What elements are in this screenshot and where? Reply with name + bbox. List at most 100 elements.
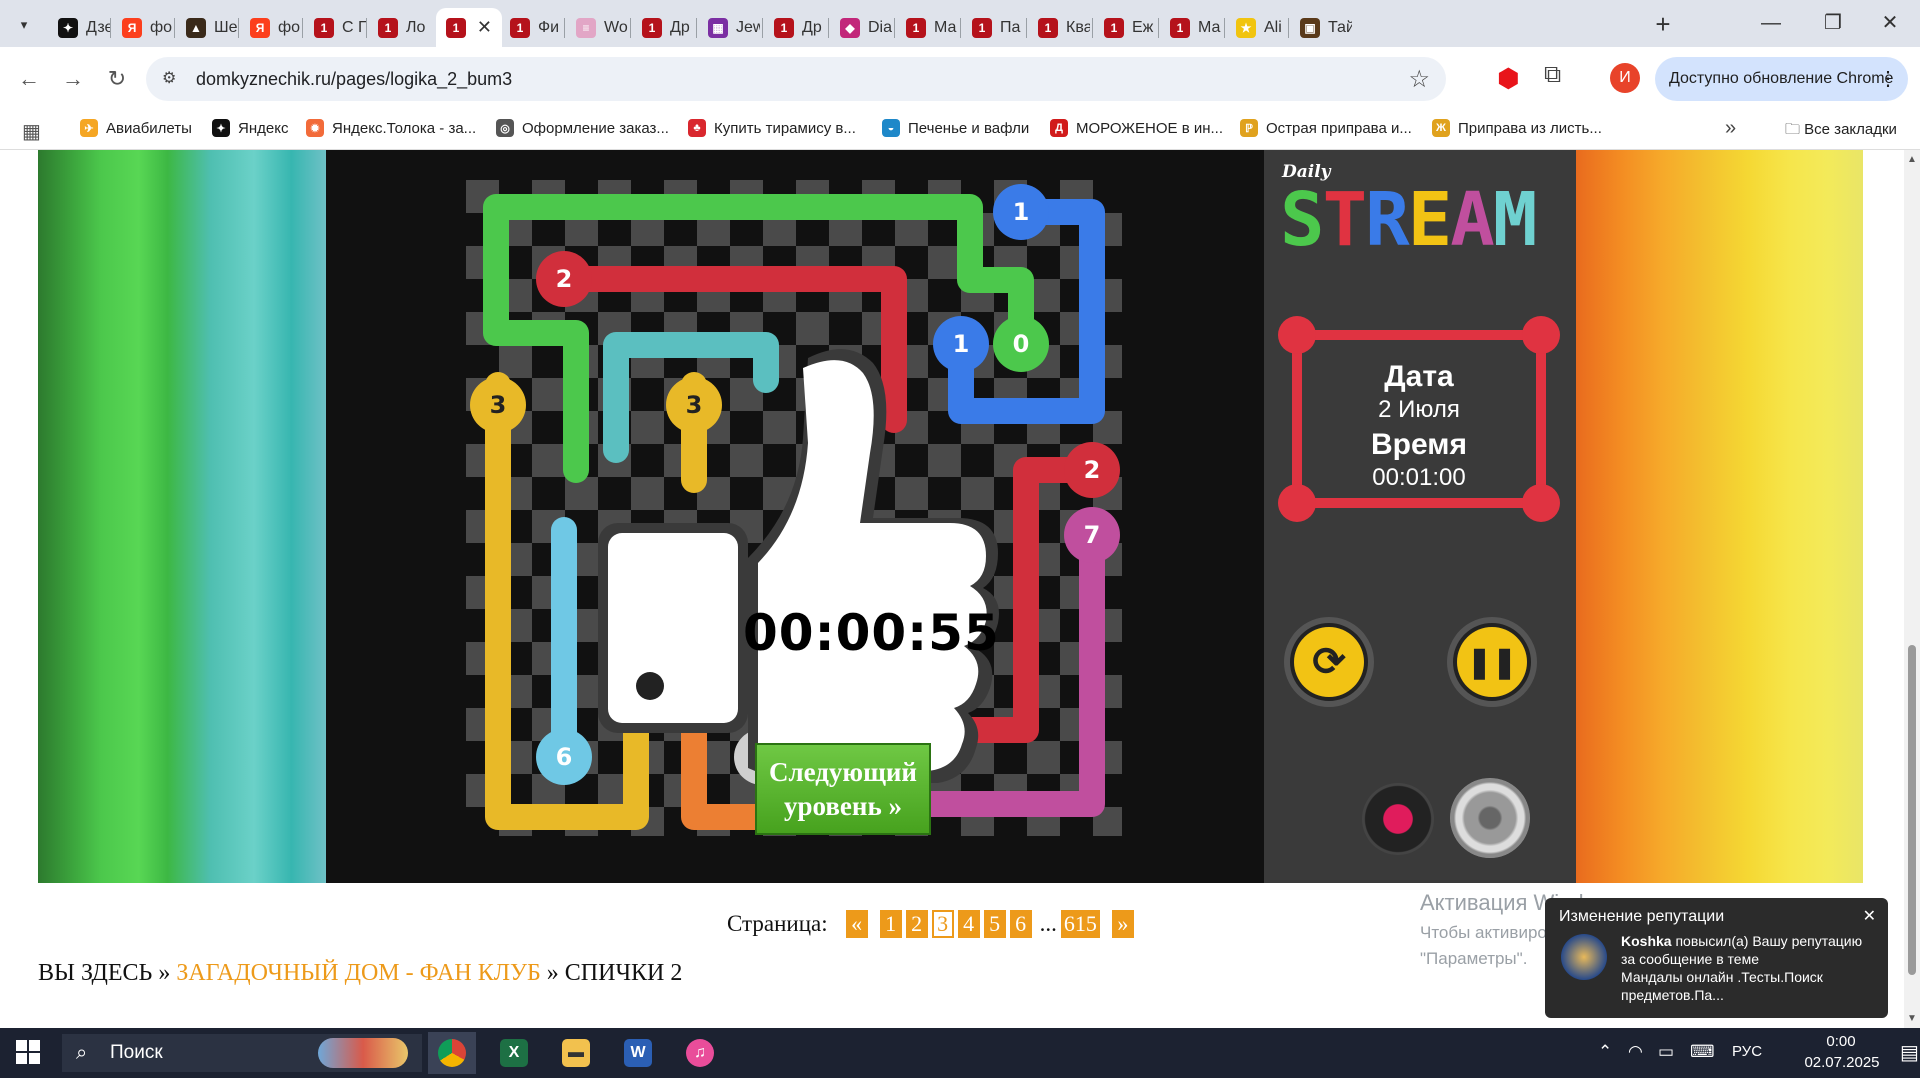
scroll-down-icon[interactable]: ▼ — [1907, 1013, 1917, 1024]
taskbar-search[interactable]: ⌕ Поиск — [62, 1034, 422, 1072]
breadcrumb: ВЫ ЗДЕСЬ » ЗАГАДОЧНЫЙ ДОМ - ФАН КЛУБ » С… — [38, 960, 682, 987]
browser-tab[interactable]: ▣ Тай — [1290, 8, 1352, 47]
extension-icon[interactable]: ⬢ — [1497, 63, 1525, 93]
browser-tab[interactable]: 1 Еж — [1094, 8, 1156, 47]
browser-tab[interactable]: 1 Па — [962, 8, 1024, 47]
bookmark-item[interactable]: Ж Приправа из листь... — [1432, 119, 1602, 137]
bookmark-item[interactable]: ◒ Печенье и вафли — [882, 119, 1029, 137]
forward-button[interactable]: → — [58, 64, 88, 94]
clock-date[interactable]: 02.07.2025 — [1792, 1054, 1892, 1071]
profile-avatar[interactable]: И — [1610, 63, 1640, 93]
reputation-notification[interactable]: Изменение репутации ✕ Koshka повысил(а) … — [1545, 898, 1888, 1018]
notification-body: Koshka повысил(а) Вашу репутацию за сооб… — [1621, 932, 1876, 1004]
browser-tab[interactable]: 1 ✕ — [436, 8, 502, 47]
menu-dots-icon[interactable]: ⋮ — [1878, 57, 1898, 101]
tab-favicon-icon: 1 — [510, 17, 530, 38]
tab-favicon-icon: ▲ — [186, 17, 206, 38]
bookmark-item[interactable]: ◎ Оформление заказ... — [496, 119, 669, 137]
bookmark-item[interactable]: Д МОРОЖЕНОЕ в ин... — [1050, 119, 1223, 137]
browser-tab[interactable]: ◆ Dia — [830, 8, 892, 47]
address-bar[interactable]: ⚙ domkyznechik.ru/pages/logika_2_bum3 ☆ — [146, 57, 1446, 101]
chrome-taskbar-icon[interactable] — [428, 1032, 476, 1074]
language-indicator[interactable]: РУС — [1732, 1043, 1762, 1060]
browser-tab[interactable]: 1 Др — [632, 8, 694, 47]
bookmarks-bar: ▦ ✈ Авиабилеты ✦ Яндекс ✹ Яндекс.Толока - за.… — [0, 111, 1920, 150]
chevron-up-icon[interactable]: ⌃ — [1598, 1042, 1612, 1062]
bookmark-item[interactable]: ✈ Авиабилеты — [80, 119, 192, 137]
minimize-button[interactable]: — — [1743, 0, 1799, 47]
word-taskbar-icon[interactable]: W — [614, 1032, 662, 1074]
bookmark-star-icon[interactable]: ☆ — [1408, 65, 1430, 94]
last-page-link[interactable]: 615 — [1060, 910, 1100, 938]
browser-tab[interactable]: 1 С Г — [304, 8, 366, 47]
page-link[interactable]: 4 — [957, 910, 980, 938]
logo-letter: E — [1407, 177, 1453, 263]
browser-tab[interactable]: ▦ Jew — [698, 8, 760, 47]
wifi-icon[interactable]: ◠ — [1628, 1042, 1643, 1062]
apps-grid-icon[interactable]: ▦ — [22, 119, 41, 144]
battery-icon[interactable]: ▭ — [1658, 1042, 1674, 1062]
browser-tab[interactable]: ≡ Wo — [566, 8, 628, 47]
page-link[interactable]: 6 — [1009, 910, 1032, 938]
next-level-button[interactable]: Следующий уровень » — [755, 743, 931, 835]
bookmark-item[interactable]: ✹ Яндекс.Толока - за... — [306, 119, 476, 137]
browser-tab[interactable]: 1 Др — [764, 8, 826, 47]
browser-tab[interactable]: ★ Ali — [1226, 8, 1288, 47]
more-bookmarks-icon[interactable]: » — [1725, 117, 1736, 140]
page-link[interactable]: 5 — [983, 910, 1006, 938]
back-button[interactable]: ← — [14, 64, 44, 94]
browser-tab[interactable]: ✦ Дзе — [48, 8, 110, 47]
chrome-update-button[interactable]: Доступно обновление Chrome ⋮ — [1655, 57, 1908, 101]
reload-button[interactable]: ↻ — [102, 64, 132, 94]
page-scrollbar[interactable]: ▲ ▼ — [1904, 150, 1920, 1028]
bookmark-item[interactable]: ℙ Острая приправа и... — [1240, 119, 1412, 137]
browser-tab[interactable]: ▲ Ше — [176, 8, 238, 47]
excel-taskbar-icon[interactable]: X — [490, 1032, 538, 1074]
restart-button[interactable]: ⟳ — [1284, 617, 1374, 707]
tab-favicon-icon: 1 — [314, 17, 334, 38]
prev-page-link[interactable]: « — [845, 910, 868, 938]
browser-tab[interactable]: 1 Ква — [1028, 8, 1090, 47]
corner-dot — [1278, 316, 1316, 354]
pause-button[interactable]: ❚❚ — [1447, 617, 1537, 707]
page-link[interactable]: 2 — [905, 910, 928, 938]
breadcrumb-link[interactable]: ЗАГАДОЧНЫЙ ДОМ - ФАН КЛУБ — [176, 960, 540, 986]
node-label: 3 — [490, 391, 507, 419]
notification-center-icon[interactable]: ▤ — [1900, 1040, 1919, 1065]
bookmark-item[interactable]: ♣ Купить тирамису в... — [688, 119, 856, 137]
tab-title: Dia — [868, 18, 892, 36]
current-page[interactable]: 3 — [931, 910, 954, 938]
browser-tab[interactable]: Яфо — [240, 8, 302, 47]
browser-tab[interactable]: 1 Фи — [500, 8, 562, 47]
browser-tab[interactable]: 1 Ма — [1160, 8, 1222, 47]
close-icon[interactable]: ✕ — [1863, 906, 1876, 926]
all-bookmarks-button[interactable]: 🗀 Все закладки — [1785, 119, 1897, 144]
keyboard-icon[interactable]: ⌨ — [1690, 1042, 1715, 1062]
browser-tab[interactable]: 1 Ло — [368, 8, 430, 47]
browser-tab[interactable]: Яфо — [112, 8, 174, 47]
scroll-thumb[interactable] — [1908, 645, 1916, 975]
close-window-button[interactable]: ✕ — [1862, 0, 1918, 47]
windows-start-icon[interactable] — [16, 1040, 40, 1064]
pagination: Страница: « 123456 ... 615 » — [727, 910, 1138, 938]
bookmark-item[interactable]: ✦ Яндекс — [212, 119, 288, 137]
tab-separator — [1288, 18, 1289, 38]
new-tab-button[interactable]: + — [1647, 8, 1679, 40]
tab-favicon-icon: 1 — [446, 17, 466, 38]
close-tab-icon[interactable]: ✕ — [477, 17, 492, 38]
tab-title: Тай — [1328, 18, 1352, 36]
record-icon[interactable] — [1362, 783, 1434, 855]
site-info-icon[interactable]: ⚙ — [162, 68, 184, 90]
explorer-taskbar-icon[interactable]: ▬ — [552, 1032, 600, 1074]
extensions-puzzle-icon[interactable]: ⧉ — [1544, 61, 1561, 89]
itunes-taskbar-icon[interactable]: ♫ — [676, 1032, 724, 1074]
browser-tab[interactable]: 1 Ма — [896, 8, 958, 47]
restore-button[interactable]: ❐ — [1805, 0, 1861, 47]
taskbar: ⌕ Поиск X ▬ W ♫ ⌃ ◠ ▭ ⌨ РУС 0:00 02.07.2… — [0, 1028, 1920, 1078]
clock-time[interactable]: 0:00 — [1806, 1033, 1876, 1050]
tab-search-button[interactable]: ▾ — [10, 12, 38, 38]
next-page-link[interactable]: » — [1111, 910, 1134, 938]
page-link[interactable]: 1 — [879, 910, 902, 938]
scroll-up-icon[interactable]: ▲ — [1907, 154, 1917, 165]
sound-speaker-icon[interactable] — [1450, 778, 1530, 858]
